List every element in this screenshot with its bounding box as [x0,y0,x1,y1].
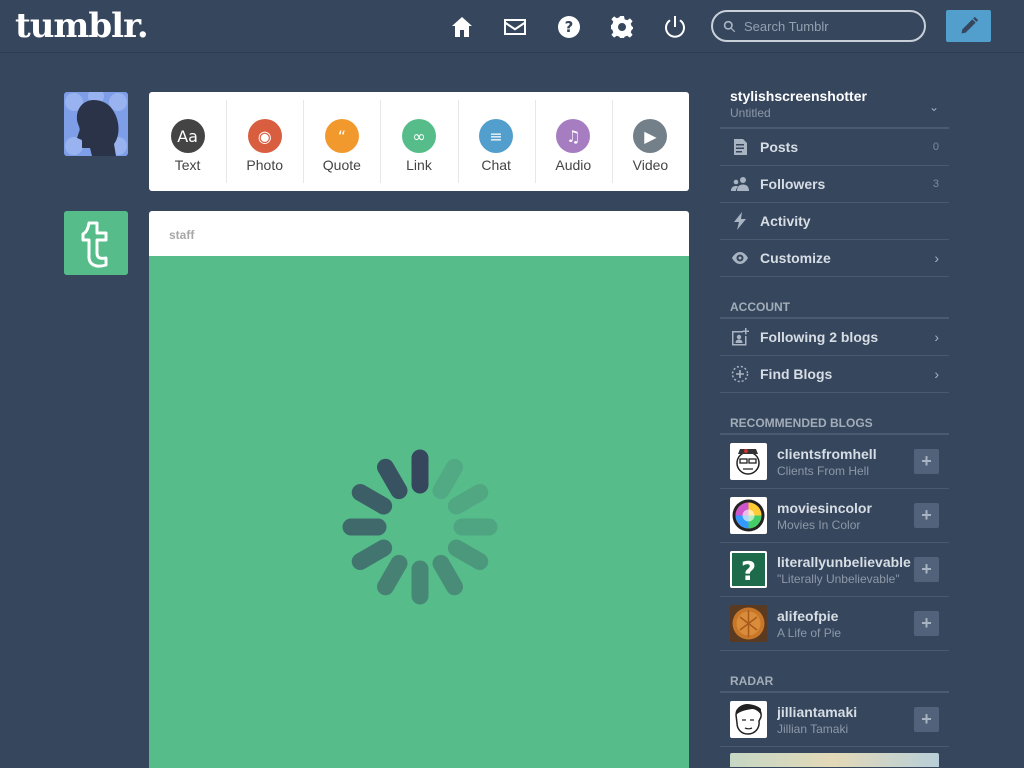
recommended-blog[interactable]: moviesincolor Movies In Color + [720,489,949,543]
loading-spinner-icon [342,449,498,605]
top-bar: tumblr. ? [0,0,1024,53]
blog-title: Jillian Tamaki [777,721,849,736]
following-icon [730,327,750,347]
post-type-chat[interactable]: ≡ Chat [457,92,535,191]
recommended-blog[interactable]: clientsfromhell Clients From Hell + [720,435,949,489]
blog-name: stylishscreenshotter [730,88,867,104]
sidebar-item-followers[interactable]: Followers 3 [720,166,949,203]
photo-icon: ◉ [247,119,282,153]
chevron-right-icon: › [934,366,939,382]
follow-button[interactable]: + [914,707,939,732]
post-type-bar: Aa Text ◉ Photo “ Quote ∞ Link ≡ Chat ♫ … [149,92,689,191]
mail-icon[interactable] [502,14,528,40]
post-type-quote[interactable]: “ Quote [303,92,380,191]
post-content [149,256,689,768]
find-icon [730,364,750,384]
post-type-link[interactable]: ∞ Link [380,92,457,191]
search-box[interactable] [711,10,926,42]
blog-name: moviesincolor [777,499,872,516]
gear-icon[interactable] [609,14,635,40]
post-type-photo[interactable]: ◉ Photo [226,92,303,191]
chat-icon: ≡ [479,119,514,153]
post-type-text[interactable]: Aa Text [149,92,226,191]
blog-avatar [730,605,767,642]
follow-button[interactable]: + [914,503,939,528]
radar-post-preview[interactable] [730,753,939,767]
link-icon: ∞ [401,119,436,153]
blog-name: clientsfromhell [777,445,877,462]
recommended-blog[interactable]: alifeofpie A Life of Pie + [720,597,949,651]
post-type-video[interactable]: ▶ Video [611,92,689,191]
blog-title: A Life of Pie [777,625,842,640]
help-icon[interactable]: ? [556,14,582,40]
quote-icon: “ [324,119,359,153]
sidebar-item-posts[interactable]: Posts 0 [720,129,949,166]
search-input[interactable] [744,18,914,34]
video-icon: ▶ [633,119,668,153]
follow-button[interactable]: + [914,557,939,582]
post-type-label: Video [632,157,669,173]
user-avatar[interactable] [64,92,128,156]
blog-title: Movies In Color [777,517,861,532]
sidebar-item-find-blogs[interactable]: Find Blogs › [720,356,949,393]
power-icon[interactable] [662,14,688,40]
account-heading: ACCOUNT [720,301,949,319]
staff-avatar[interactable] [64,211,128,275]
tumblr-logo[interactable]: tumblr. [15,6,149,46]
blog-title: Clients From Hell [777,463,870,478]
recommended-heading: RECOMMENDED BLOGS [720,417,949,435]
posts-count: 0 [932,141,939,153]
chevron-right-icon: › [934,329,939,345]
recommended-blog[interactable]: ? literallyunbelievable "Literally Unbel… [720,543,949,597]
post-type-audio[interactable]: ♫ Audio [534,92,612,191]
activity-icon [730,211,750,231]
audio-icon: ♫ [556,119,591,153]
sidebar-item-activity[interactable]: Activity [720,203,949,240]
radar-blog[interactable]: jilliantamaki Jillian Tamaki + [720,693,949,747]
sidebar-item-following[interactable]: Following 2 blogs › [720,319,949,356]
radar-heading: RADAR [720,675,949,693]
dashboard-post: staff [149,211,689,768]
text-icon: Aa [170,119,205,153]
sidebar-item-customize[interactable]: Customize › [720,240,949,277]
post-author[interactable]: staff [169,228,194,242]
post-type-label: Chat [481,157,511,173]
follow-button[interactable]: + [914,611,939,636]
chevron-right-icon: › [934,250,939,266]
post-type-label: Link [406,157,432,173]
blog-name: alifeofpie [777,607,839,624]
follow-button[interactable]: + [914,449,939,474]
pencil-icon [961,16,978,34]
blog-avatar: ? [730,551,767,588]
blog-name: literallyunbelievable [777,553,911,570]
post-header: staff [149,211,689,256]
home-icon[interactable] [449,14,475,40]
blog-menu[interactable]: stylishscreenshotter Untitled ⌄ [720,78,949,129]
blog-avatar [730,443,767,480]
compose-button[interactable] [946,10,991,42]
eye-icon [730,248,750,268]
blog-subtitle: Untitled [730,106,771,120]
blog-avatar [730,497,767,534]
post-type-label: Quote [322,157,361,173]
posts-icon [730,137,750,157]
sidebar: stylishscreenshotter Untitled ⌄ Posts 0 … [720,78,949,767]
chevron-down-icon: ⌄ [928,100,939,114]
followers-count: 3 [932,178,939,190]
blog-avatar [730,701,767,738]
svg-text:?: ? [741,557,756,587]
blog-title: "Literally Unbelievable" [777,571,900,586]
svg-text:?: ? [565,18,574,36]
followers-icon [730,174,750,194]
blog-name: jilliantamaki [777,703,858,720]
post-type-label: Text [174,157,201,173]
search-icon [723,20,736,32]
post-type-label: Audio [555,157,592,173]
post-type-label: Photo [246,157,283,173]
